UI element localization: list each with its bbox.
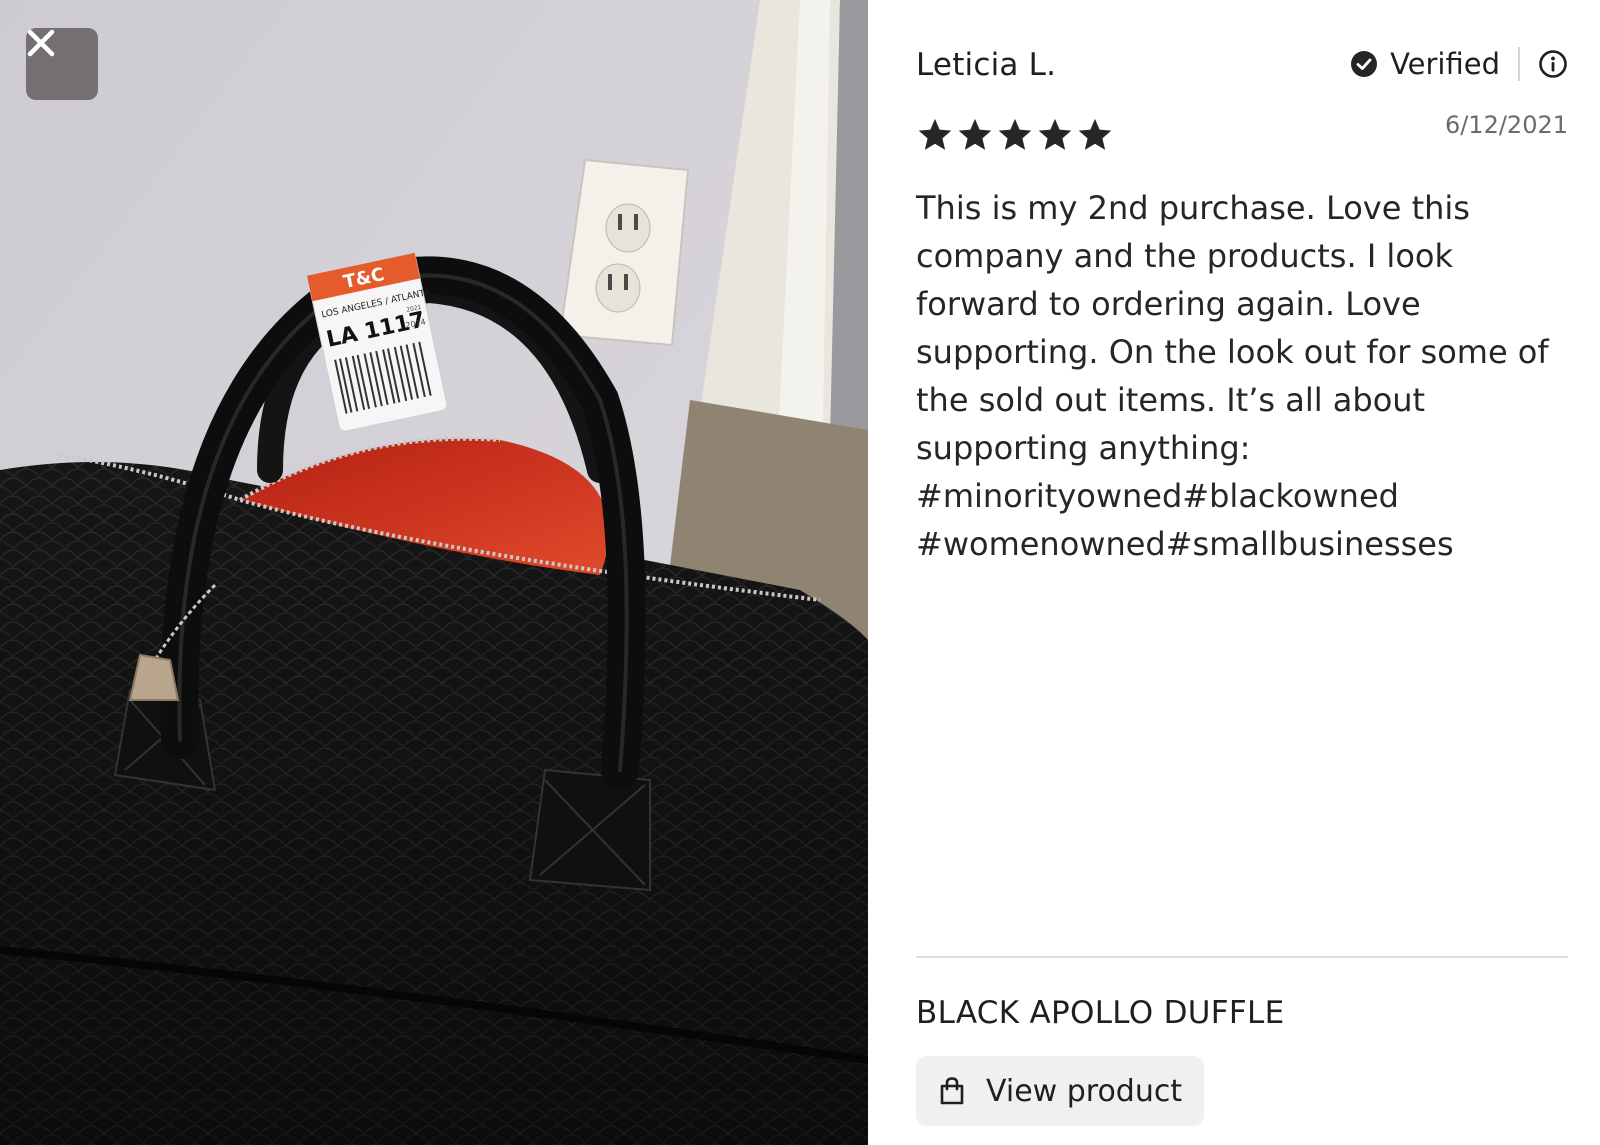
verified-badge: Verified (1350, 47, 1568, 81)
close-icon (27, 29, 55, 57)
review-body: This is my 2nd purchase. Love this compa… (916, 189, 1549, 563)
check-circle-icon (1351, 51, 1378, 77)
view-product-label: View product (986, 1073, 1183, 1109)
star-icon (1038, 118, 1072, 150)
review-photo: T&C LOS ANGELES / ATLANTA LA 1117 2021 2… (0, 0, 868, 1145)
duffle-bag-photo: T&C LOS ANGELES / ATLANTA LA 1117 2021 2… (0, 0, 868, 1145)
info-icon[interactable] (1538, 49, 1568, 79)
product-name: BLACK APOLLO DUFFLE (916, 995, 1285, 1031)
star-icon (1078, 118, 1112, 150)
star-icon (918, 118, 952, 150)
verified-label: Verified (1390, 47, 1500, 81)
star-icon (998, 118, 1032, 150)
star-icon (958, 118, 992, 150)
review-panel: Leticia L. Verified 6/12/2021 This is my… (916, 0, 1568, 1145)
review-date: 6/12/2021 (1444, 111, 1568, 139)
shopping-bag-icon (940, 1077, 964, 1105)
section-divider (916, 956, 1568, 958)
close-button[interactable] (26, 28, 98, 100)
view-product-button[interactable]: View product (916, 1056, 1205, 1126)
reviewer-name: Leticia L. (916, 47, 1057, 83)
star-rating (916, 116, 1116, 154)
divider (1518, 47, 1520, 81)
